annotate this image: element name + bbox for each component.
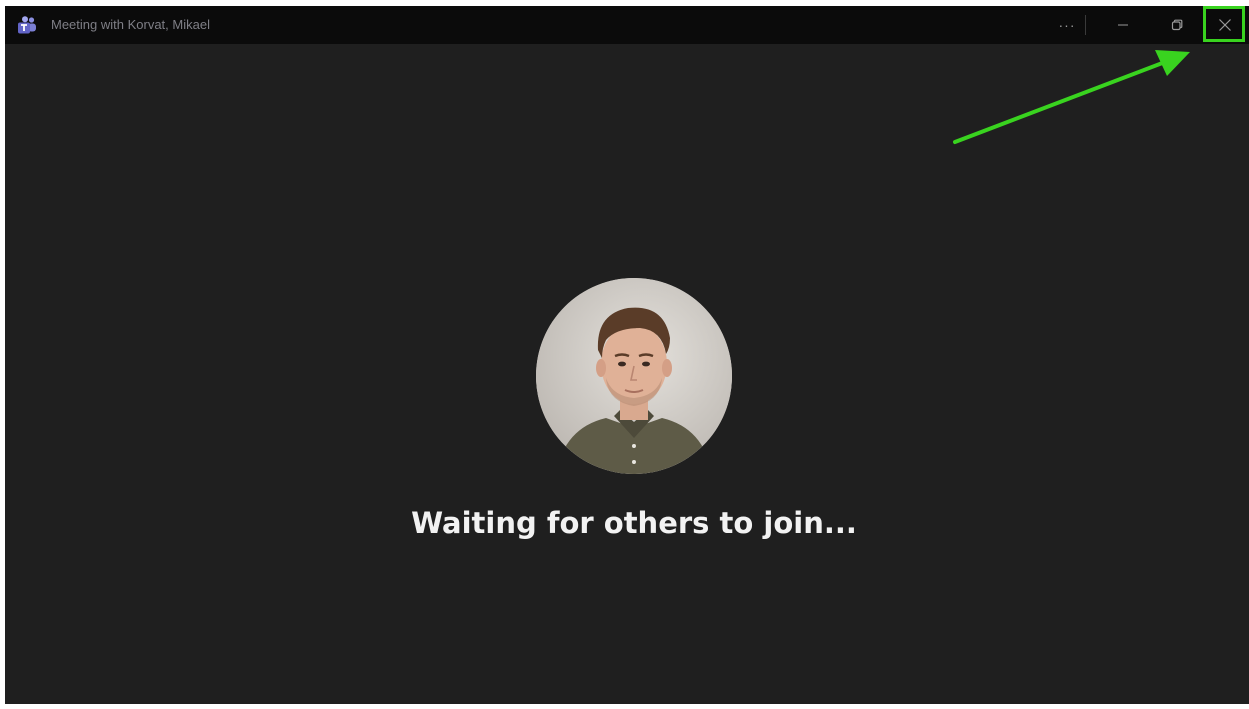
- teams-icon: [18, 16, 36, 34]
- restore-button[interactable]: [1157, 6, 1197, 44]
- more-options-button[interactable]: ···: [1049, 6, 1085, 44]
- participant-avatar: [536, 278, 732, 474]
- minimize-icon: [1118, 24, 1128, 26]
- minimize-button[interactable]: [1103, 6, 1143, 44]
- restore-icon: [1171, 19, 1183, 31]
- title-bar: Meeting with Korvat, Mikael ···: [5, 6, 1249, 44]
- window-title: Meeting with Korvat, Mikael: [51, 17, 210, 32]
- participant-photo: [536, 278, 732, 474]
- close-button[interactable]: [1205, 6, 1245, 44]
- waiting-status-text: Waiting for others to join...: [411, 506, 857, 540]
- close-icon: [1219, 19, 1231, 31]
- titlebar-divider: [1085, 15, 1086, 35]
- meeting-window: Meeting with Korvat, Mikael ··· Waiting …: [5, 6, 1249, 704]
